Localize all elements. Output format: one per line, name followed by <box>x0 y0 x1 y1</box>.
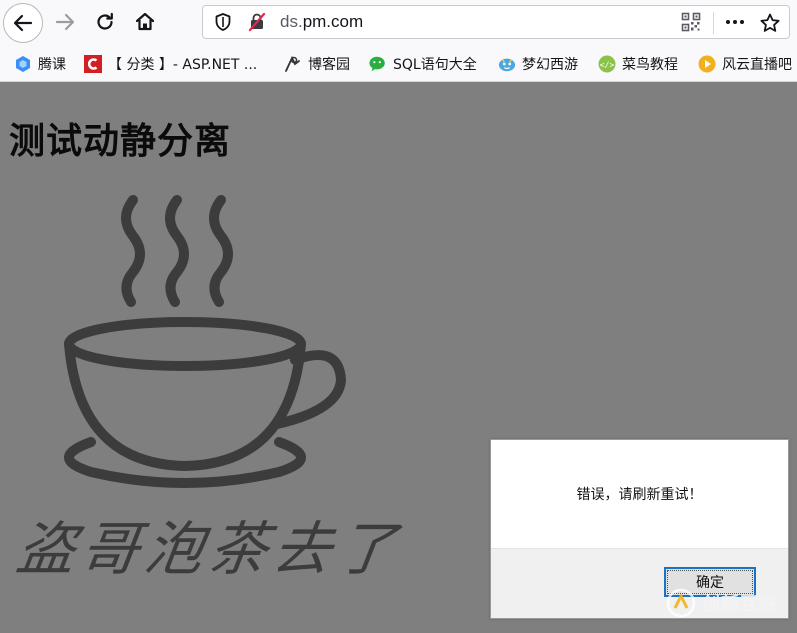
cnblogs-icon <box>284 55 302 73</box>
reload-icon <box>97 12 113 30</box>
tengke-icon <box>14 55 32 73</box>
home-button[interactable] <box>127 4 163 40</box>
fengyun-icon <box>698 55 716 73</box>
tea-break-slogan: 盗哥泡茶去了 <box>12 515 407 583</box>
forward-button[interactable] <box>47 4 83 40</box>
bookmark-label: 【 分类 】- ASP.NET ... <box>108 57 258 73</box>
bookmark-menghuan[interactable]: 梦幻西游 <box>498 53 578 75</box>
url-prefix: ds. <box>280 12 303 31</box>
url-text[interactable]: ds.pm.com <box>280 12 363 32</box>
bookmark-label: SQL语句大全 <box>393 57 477 73</box>
bookmark-sql[interactable]: SQL语句大全 <box>369 53 477 75</box>
qr-code-icon[interactable] <box>681 12 701 32</box>
more-icon[interactable] <box>724 12 746 32</box>
url-separator <box>713 12 714 34</box>
bookmark-tengke[interactable]: 腾课 <box>14 53 66 75</box>
svg-text:</>: </> <box>600 61 615 70</box>
bookmark-label: 菜鸟教程 <box>622 57 678 73</box>
page-title: 测试动静分离 <box>9 121 232 162</box>
bookmark-runoob[interactable]: </> 菜鸟教程 <box>598 53 678 75</box>
bookmark-star-icon[interactable] <box>759 12 781 34</box>
wechat-icon <box>369 55 387 73</box>
back-button[interactable] <box>3 3 43 43</box>
cnblogs-c-icon <box>84 55 102 73</box>
forward-arrow-icon <box>55 13 75 31</box>
dialog-message: 错误，请刷新重试！ <box>576 487 703 503</box>
page-content: 测试动静分离 盗哥泡茶去了 错误，请刷新重试！ 确定 <box>0 82 797 633</box>
url-host: pm.com <box>302 12 364 31</box>
reload-button[interactable] <box>87 4 123 40</box>
insecure-connection-icon[interactable] <box>247 12 267 32</box>
watermark: 创新互联 <box>666 588 778 618</box>
watermark-text: 创新互联 <box>702 594 778 615</box>
bookmark-cnblogs[interactable]: 博客园 <box>284 53 350 75</box>
bookmark-aspnet[interactable]: 【 分类 】- ASP.NET ... <box>84 53 257 75</box>
menghuan-icon <box>498 55 516 73</box>
runoob-icon: </> <box>598 55 616 73</box>
bookmark-fengyun[interactable]: 风云直播吧 <box>698 53 792 75</box>
watermark-logo-icon <box>666 588 696 618</box>
bookmark-label: 腾课 <box>38 57 66 73</box>
bookmarks-toolbar: 腾课 【 分类 】- ASP.NET ... 博客园 SQL语句大全 梦幻西游 … <box>0 45 797 82</box>
bookmark-label: 梦幻西游 <box>522 57 578 73</box>
bookmark-label: 风云直播吧 <box>722 57 792 73</box>
bookmark-label: 博客园 <box>308 57 350 73</box>
tracking-shield-icon[interactable] <box>213 12 233 32</box>
navigation-toolbar: ds.pm.com <box>0 0 797 45</box>
address-bar[interactable]: ds.pm.com <box>202 5 790 39</box>
tea-cup-icon <box>64 195 347 488</box>
back-arrow-icon <box>13 14 33 32</box>
home-icon <box>135 12 155 31</box>
